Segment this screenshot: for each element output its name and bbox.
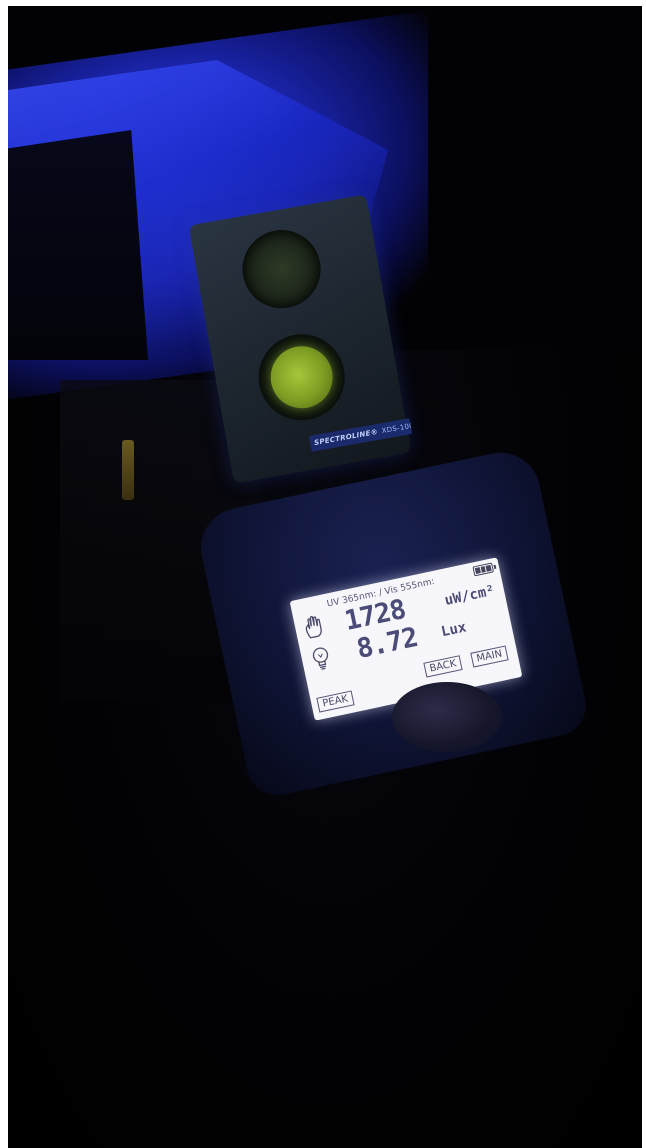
sensor-lens-visible bbox=[251, 327, 352, 428]
amber-reflection bbox=[122, 440, 134, 500]
hand-icon bbox=[305, 615, 322, 639]
back-button[interactable]: BACK bbox=[423, 655, 463, 678]
visible-reading-unit: Lux bbox=[439, 619, 468, 641]
battery-icon bbox=[472, 562, 495, 577]
sensor-lens-glow bbox=[265, 341, 338, 414]
brand-label: SPECTROLINE® XDS-1000 bbox=[308, 418, 413, 452]
peak-button[interactable]: PEAK bbox=[316, 690, 355, 713]
lightbulb-icon bbox=[312, 647, 329, 670]
photo-border-top bbox=[0, 0, 646, 6]
uv-reading-unit: uW/cm² bbox=[443, 582, 497, 609]
model-name: XDS-1000 bbox=[381, 420, 413, 436]
sensor-lens-uv bbox=[236, 223, 327, 315]
photo-border-right bbox=[642, 0, 646, 1148]
photo-border-left bbox=[0, 0, 8, 1148]
brand-name: SPECTROLINE® bbox=[313, 427, 379, 448]
photo: SPECTROLINE® XDS-1000 UV 365nm: / Vis 55… bbox=[0, 0, 646, 1148]
dark-object-left bbox=[8, 130, 148, 360]
thumb bbox=[392, 682, 502, 752]
main-button[interactable]: MAIN bbox=[470, 645, 509, 668]
